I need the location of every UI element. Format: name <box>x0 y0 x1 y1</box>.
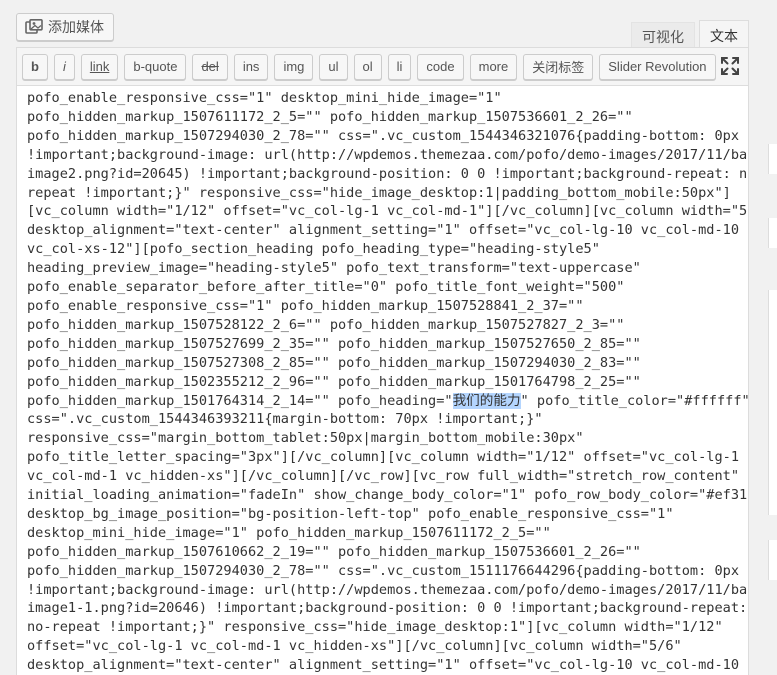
tab-visual[interactable]: 可视化 <box>631 22 695 50</box>
code-line: !important;background-image: url(http://… <box>27 581 748 598</box>
code-line: pofo_enable_responsive_css="1" pofo_hidd… <box>27 297 584 314</box>
code-line: pofo_hidden_markup_1507610662_2_19="" po… <box>27 543 641 560</box>
code-line: pofo_title_letter_spacing="3px"][/vc_col… <box>27 449 740 466</box>
code-line: !important;background-image: url(http://… <box>27 146 748 163</box>
sidebar-fragment <box>768 218 777 248</box>
right-gutter <box>761 0 777 675</box>
selected-text: 我们的能力 <box>452 392 521 409</box>
code-line: no-repeat !important;}" responsive_css="… <box>27 619 723 636</box>
quicktag-slider-revolution-button[interactable]: Slider Revolution <box>599 53 716 80</box>
sidebar-fragment <box>768 144 777 174</box>
code-line: desktop_alignment="text-center" alignmen… <box>27 657 740 674</box>
code-line: pofo_hidden_markup_1507294030_2_78="" cs… <box>27 562 740 579</box>
code-line: pofo_enable_responsive_css="1" desktop_m… <box>27 90 502 106</box>
code-line: css=".vc_custom_1544346393211{margin-bot… <box>27 411 543 428</box>
code-line: offset="vc_col-lg-1 vc_col-md-1 vc_hidde… <box>27 638 682 655</box>
quicktag-close-tags-button[interactable]: 关闭标签 <box>523 53 594 80</box>
code-line: pofo_hidden_markup_1502355212_2_96="" po… <box>27 373 641 390</box>
quicktag-img-button[interactable]: img <box>274 53 314 80</box>
quicktag-ol-button[interactable]: ol <box>353 53 382 80</box>
editor-mode-tabs: 可视化 文本 <box>631 20 749 50</box>
quicktag-italic-button[interactable]: i <box>53 53 75 80</box>
code-line: pofo_hidden_markup_1507294030_2_78="" cs… <box>27 127 740 144</box>
tab-text[interactable]: 文本 <box>699 20 749 50</box>
code-line-text: " pofo_title_color="#ffffff" <box>520 392 748 409</box>
quicktag-blockquote-button[interactable]: b-quote <box>124 53 187 80</box>
quicktag-del-button[interactable]: del <box>192 53 228 80</box>
quicktag-code-button[interactable]: code <box>417 53 464 80</box>
code-line: pofo_hidden_markup_1507528122_2_6="" pof… <box>27 316 625 333</box>
code-line: initial_loading_animation="fadeIn" show_… <box>27 487 748 504</box>
code-line: desktop_mini_hide_image="1" pofo_hidden_… <box>27 524 551 541</box>
sidebar-fragment <box>768 290 777 515</box>
quicktag-link-button[interactable]: link <box>80 53 119 80</box>
code-line: vc_col-md-1 vc_hidden-xs"][/vc_column][/… <box>27 468 740 485</box>
media-icon <box>25 19 43 35</box>
code-line: desktop_bg_image_position="bg-position-l… <box>27 505 674 522</box>
code-line: pofo_hidden_markup_1507527308_2_85="" po… <box>27 354 641 371</box>
code-line: pofo_hidden_markup_1507611172_2_5="" pof… <box>27 108 633 125</box>
add-media-button[interactable]: 添加媒体 <box>16 13 114 41</box>
expand-icon[interactable] <box>720 56 740 76</box>
quicktag-bold-button[interactable]: b <box>22 53 48 80</box>
code-line: pofo_enable_separator_before_after_title… <box>27 279 625 296</box>
editor-screen: 添加媒体 可视化 文本 b i link b-quote del ins img… <box>0 0 777 675</box>
code-line: pofo_hidden_markup_1501764314_2_14="" po… <box>27 392 748 411</box>
quicktag-ul-button[interactable]: ul <box>319 53 348 80</box>
code-line-text: pofo_hidden_markup_1501764314_2_14="" po… <box>27 392 453 409</box>
code-textarea[interactable]: pofo_enable_responsive_css="1" desktop_m… <box>17 86 748 675</box>
code-line: repeat !important;}" responsive_css="hid… <box>27 184 731 201</box>
sidebar-fragment <box>768 540 777 580</box>
quicktag-li-button[interactable]: li <box>387 53 412 80</box>
quicktag-ins-button[interactable]: ins <box>233 53 269 80</box>
code-line: pofo_hidden_markup_1507527699_2_35="" po… <box>27 335 641 352</box>
code-line: desktop_alignment="text-center" alignmen… <box>27 222 740 239</box>
code-line: vc_col-xs-12"][pofo_section_heading pofo… <box>27 241 600 258</box>
quicktags-toolbar: b i link b-quote del ins img ul ol li co… <box>17 48 748 86</box>
code-line: image2.png?id=20645) !important;backgrou… <box>27 165 748 182</box>
code-line: responsive_css="margin_bottom_tablet:50p… <box>27 430 584 447</box>
code-line: image1-1.png?id=20646) !important;backgr… <box>27 600 748 617</box>
code-line: [vc_column width="1/12" offset="vc_col-l… <box>27 203 748 220</box>
add-media-label: 添加媒体 <box>48 19 104 35</box>
quicktag-more-button[interactable]: more <box>469 53 518 80</box>
text-editor: b i link b-quote del ins img ul ol li co… <box>16 47 749 675</box>
code-line: heading_preview_image="heading-style5" p… <box>27 260 641 277</box>
